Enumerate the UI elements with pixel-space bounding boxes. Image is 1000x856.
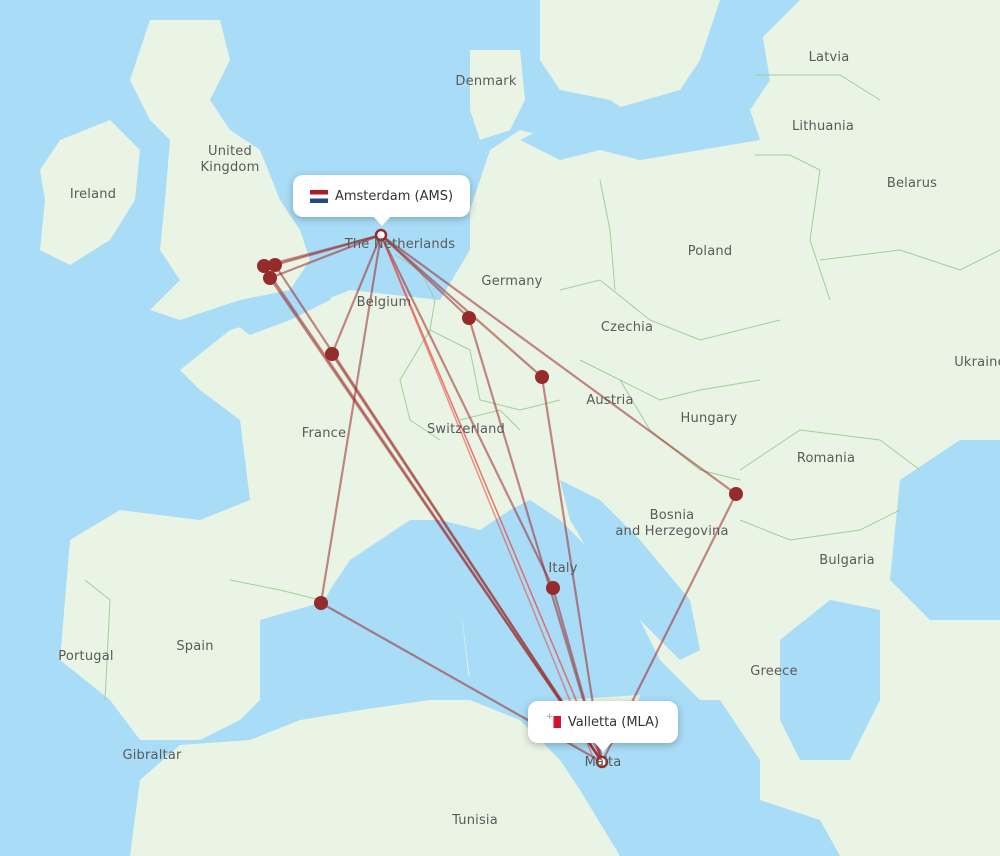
route-map[interactable]: Denmark Latvia Lithuania United Kingdom … [0, 0, 1000, 856]
country-label-belgium: Belgium [356, 295, 412, 310]
country-label-denmark: Denmark [455, 74, 517, 89]
stopover-marker-frankfurt[interactable] [462, 311, 476, 325]
country-label-gibraltar: Gibraltar [122, 748, 182, 763]
stopover-marker-london-3[interactable] [263, 271, 277, 285]
country-label-portugal: Portugal [58, 649, 114, 664]
country-label-netherlands: The Netherlands [344, 237, 456, 252]
country-label-czechia: Czechia [600, 320, 654, 335]
country-label-spain: Spain [176, 639, 214, 654]
stopover-marker-belgrade[interactable] [729, 487, 743, 501]
route-line-direct [380, 234, 603, 763]
stopover-marker-munich[interactable] [535, 370, 549, 384]
country-label-france: France [301, 426, 347, 441]
country-label-lithuania: Lithuania [791, 119, 855, 134]
destination-popup[interactable]: Valletta (MLA) [528, 701, 678, 752]
country-label-austria: Austria [586, 393, 634, 408]
stopover-marker-paris[interactable] [325, 347, 339, 361]
stopover-marker-london-2[interactable] [268, 258, 282, 272]
popup-pointer [594, 742, 612, 752]
stopover-marker-rome[interactable] [546, 581, 560, 595]
country-label-tunisia: Tunisia [452, 813, 498, 828]
route-line-london-3-leg2 [268, 276, 604, 764]
netherlands-flag-icon [309, 189, 328, 203]
country-label-bulgaria: Bulgaria [819, 553, 875, 568]
country-label-belarus: Belarus [886, 176, 938, 191]
country-label-germany: Germany [481, 274, 543, 289]
country-label-united-kingdom: United Kingdom [200, 144, 260, 175]
destination-label: Valletta (MLA) [567, 714, 660, 730]
country-label-romania: Romania [796, 451, 856, 466]
country-label-switzerland: Switzerland [426, 422, 506, 437]
country-label-italy: Italy [548, 561, 578, 576]
route-line-barcelona-leg1 [319, 233, 383, 605]
country-label-hungary: Hungary [680, 411, 738, 426]
country-label-bosnia: Bosnia and Herzegovina [615, 508, 729, 539]
popup-pointer [372, 216, 391, 226]
country-label-malta: Malta [584, 755, 622, 770]
country-label-ireland: Ireland [69, 187, 117, 202]
country-label-greece: Greece [750, 664, 798, 679]
country-label-poland: Poland [687, 244, 733, 259]
country-label-ukraine: Ukraine [954, 355, 1000, 370]
route-line-frankfurt-leg2 [467, 316, 604, 764]
origin-label: Amsterdam (AMS) [334, 188, 454, 204]
country-label-latvia: Latvia [808, 50, 850, 65]
route-lines [262, 233, 738, 764]
malta-flag-icon [546, 712, 561, 728]
stopover-marker-barcelona[interactable] [314, 596, 328, 610]
origin-popup[interactable]: Amsterdam (AMS) [293, 175, 470, 226]
